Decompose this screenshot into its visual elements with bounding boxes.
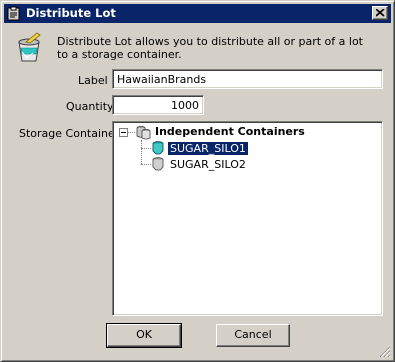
bucket-icon [18, 32, 41, 62]
window-title: Distribute Lot [26, 6, 116, 20]
collapse-toggle[interactable] [119, 128, 128, 137]
label-field-value: HawaiianBrands [117, 73, 207, 86]
resize-grip-icon[interactable] [379, 346, 391, 358]
silo-icon [152, 141, 164, 155]
label-caption: Label [78, 74, 108, 87]
quantity-field-value: 1000 [171, 99, 199, 112]
quantity-field[interactable]: 1000 [112, 95, 204, 115]
tree-connector [141, 148, 151, 149]
storage-container-caption: Storage Container [19, 127, 120, 140]
containers-group-icon [136, 125, 151, 140]
dialog-description: Distribute Lot allows you to distribute … [57, 35, 363, 61]
tree-item-sugar-silo1[interactable]: SUGAR_SILO1 [167, 141, 249, 156]
title-bar[interactable]: Distribute Lot [4, 4, 391, 23]
ok-button[interactable]: OK [106, 323, 182, 348]
distribute-lot-dialog: Distribute Lot Distribute Lot allows you… [0, 0, 395, 362]
clipboard-icon [7, 6, 20, 21]
close-button[interactable] [372, 6, 388, 20]
tree-connector [141, 164, 151, 165]
label-field[interactable]: HawaiianBrands [112, 69, 383, 89]
quantity-caption: Quantity [66, 100, 114, 113]
silo-icon [152, 157, 164, 171]
tree-connector [141, 140, 142, 164]
tree-root-label[interactable]: Independent Containers [153, 125, 307, 138]
tree-connector [128, 132, 135, 133]
cancel-button[interactable]: Cancel [216, 324, 290, 347]
storage-container-tree[interactable]: Independent Containers SUGAR_SILO1 SUGAR… [112, 121, 383, 316]
tree-item-sugar-silo2[interactable]: SUGAR_SILO2 [168, 158, 248, 171]
close-icon [376, 9, 385, 17]
